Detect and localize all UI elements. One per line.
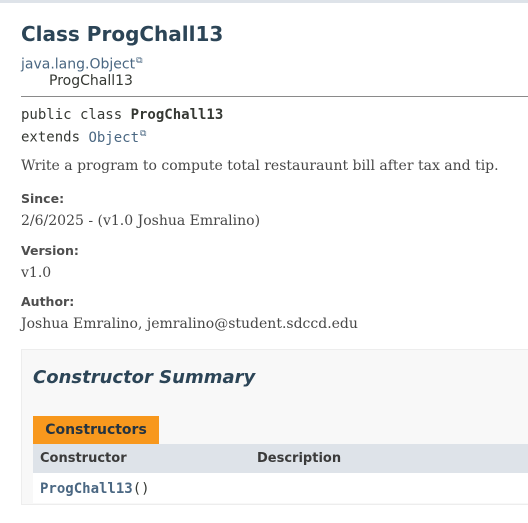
signature-prefix: public class: [21, 107, 131, 123]
page-title: Class ProgChall13: [21, 22, 224, 46]
java-lang-object-link[interactable]: java.lang.Object⧉: [21, 56, 143, 73]
constructor-summary-title: Constructor Summary: [33, 367, 256, 388]
column-header-description: Description: [257, 451, 342, 466]
version-value: v1.0: [21, 265, 52, 281]
object-link-label: Object: [88, 129, 140, 146]
divider: [21, 96, 528, 97]
table-header: Constructor Description: [33, 444, 528, 473]
external-link-icon: ⧉: [136, 56, 143, 66]
java-lang-object-link-label: java.lang.Object: [21, 56, 136, 73]
column-header-constructor: Constructor: [40, 451, 127, 466]
inheritance-child: ProgChall13: [49, 73, 133, 89]
external-link-icon: ⧉: [140, 129, 147, 139]
tab-constructors[interactable]: Constructors: [33, 416, 159, 444]
constructor-link[interactable]: ProgChall13: [40, 481, 133, 497]
object-link[interactable]: Object⧉: [88, 129, 146, 146]
constructor-cell: ProgChall13(): [40, 481, 150, 497]
since-value: 2/6/2025 - (v1.0 Joshua Emralino): [21, 213, 261, 229]
class-signature: public class ProgChall13 extends Object⧉: [21, 106, 223, 148]
author-label: Author:: [21, 294, 75, 309]
since-label: Since:: [21, 191, 65, 206]
signature-extends: extends: [21, 129, 89, 146]
class-description: Write a program to compute total restaur…: [21, 158, 499, 174]
constructor-params: (): [132, 481, 150, 497]
author-value: Joshua Emralino, jemralino@student.sdccd…: [21, 316, 358, 332]
top-bar: [0, 0, 528, 3]
table-row: ProgChall13(): [33, 473, 528, 503]
constructor-summary-section: Constructor Summary Constructors Constru…: [21, 349, 528, 505]
signature-class-name: ProgChall13: [130, 107, 224, 123]
version-label: Version:: [21, 243, 79, 258]
